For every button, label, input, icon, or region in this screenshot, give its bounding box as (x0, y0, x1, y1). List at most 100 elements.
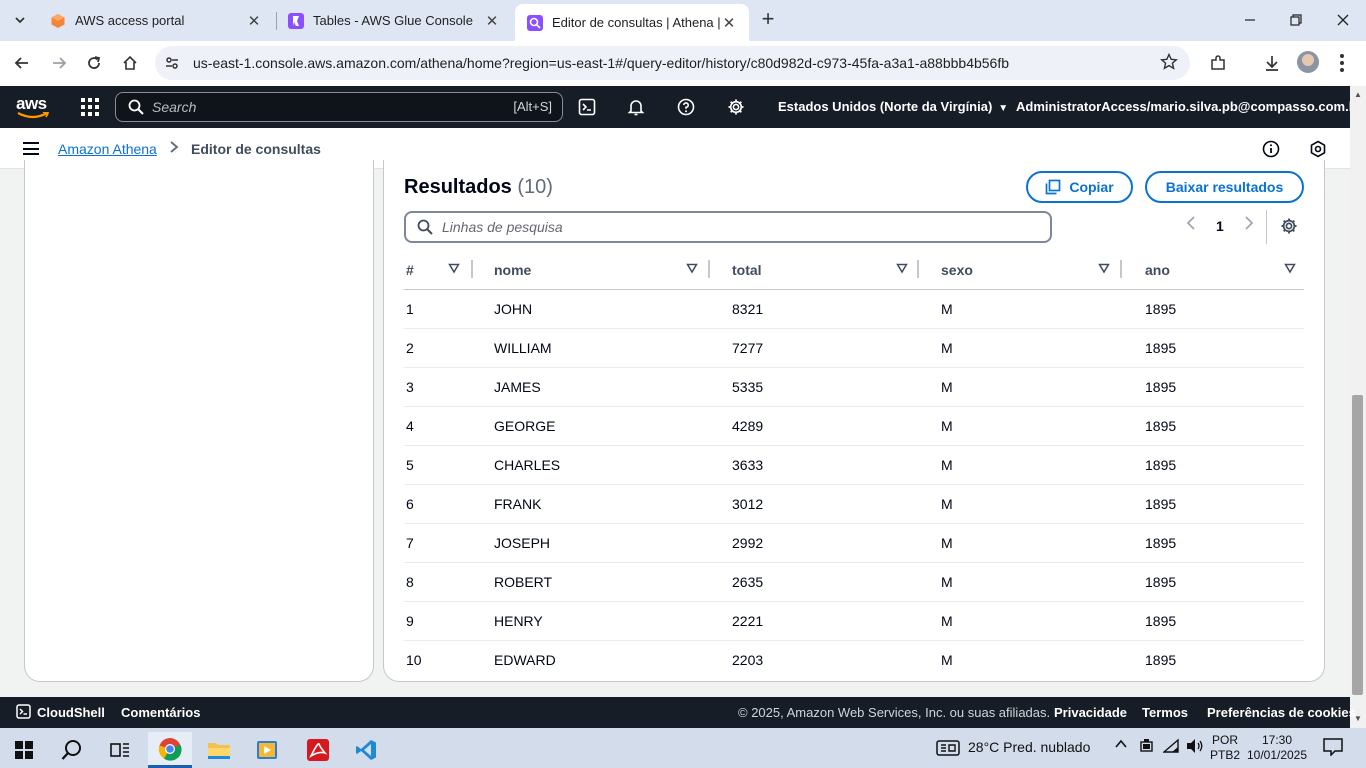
table-preferences-icon[interactable] (1280, 217, 1298, 240)
profile-avatar[interactable] (1297, 51, 1319, 73)
cell-sexo: M (941, 651, 953, 668)
breadcrumb-link-athena[interactable]: Amazon Athena (58, 141, 157, 157)
region-selector[interactable]: Estados Unidos (Norte da Virgínia) ▼ (778, 99, 1008, 114)
back-icon[interactable] (11, 52, 33, 74)
task-view-icon[interactable] (98, 732, 142, 768)
tab-athena-editor[interactable]: Editor de consultas | Athena | us ✕ (515, 4, 749, 41)
taskbar-search-icon[interactable] (50, 732, 94, 768)
left-side-panel (24, 160, 374, 682)
results-table: # nome total sexo ano 1 JOHN 8321 M 1895… (404, 250, 1304, 679)
cell-ano: 1895 (1124, 562, 1304, 602)
battery-icon[interactable] (1139, 738, 1155, 757)
clock[interactable]: 17:30 10/01/2025 (1244, 733, 1310, 763)
column-header-total[interactable]: total (710, 250, 919, 290)
scrollbar-thumb[interactable] (1352, 395, 1363, 695)
column-header-ano[interactable]: ano (1124, 250, 1304, 290)
info-icon[interactable] (1261, 139, 1281, 159)
cell-nome: JOHN (472, 289, 710, 329)
bookmark-star-icon[interactable] (1160, 52, 1178, 76)
cell-nome: HENRY (472, 601, 710, 641)
windows-start-icon[interactable] (2, 732, 46, 768)
download-icon[interactable] (1261, 52, 1283, 74)
settings-gear-icon[interactable] (726, 97, 746, 117)
cell-nome: WILLIAM (472, 328, 710, 368)
copyright-text: © 2025, Amazon Web Services, Inc. ou sua… (738, 705, 1051, 720)
volume-icon[interactable] (1186, 738, 1204, 757)
language-code: POR (1211, 733, 1238, 747)
status-hexagon-icon[interactable] (1308, 139, 1328, 159)
cell-sexo: M (919, 601, 1124, 641)
minimize-icon[interactable] (1240, 10, 1260, 30)
site-info-icon[interactable] (164, 55, 180, 76)
clock-time: 17:30 (1261, 733, 1293, 747)
wifi-icon[interactable] (1162, 738, 1181, 757)
notifications-bell-icon[interactable] (626, 97, 646, 117)
table-row: 8 ROBERT 2635 M 1895 (404, 562, 1304, 602)
cloudshell-link[interactable]: CloudShell (37, 705, 105, 720)
column-header-sexo[interactable]: sexo (919, 250, 1124, 290)
taskbar-media-icon[interactable] (245, 732, 289, 768)
column-resizer[interactable] (1120, 260, 1122, 278)
sort-caret-icon[interactable] (1284, 262, 1296, 274)
restore-icon[interactable] (1286, 10, 1306, 30)
home-icon[interactable] (119, 52, 141, 74)
chevron-up-icon[interactable] (1114, 737, 1128, 754)
cell-total: 5335 (710, 367, 919, 407)
tab-close-icon[interactable]: ✕ (484, 12, 500, 30)
page-number[interactable]: 1 (1216, 218, 1224, 234)
cloudshell-icon[interactable] (577, 97, 597, 117)
page-scrollbar[interactable]: ▲ ▼ (1350, 86, 1366, 728)
aws-search-input[interactable]: Search [Alt+S] (115, 92, 563, 122)
hamburger-menu-icon[interactable] (23, 142, 39, 155)
services-grid-icon[interactable] (81, 98, 99, 116)
address-bar[interactable]: us-east-1.console.aws.amazon.com/athena/… (155, 46, 1190, 80)
input-language[interactable]: POR PTB2 (1208, 733, 1242, 763)
column-label: total (732, 262, 762, 278)
taskbar-chrome-icon[interactable] (148, 732, 192, 768)
weather-icon[interactable] (936, 740, 960, 759)
taskbar-vscode-icon[interactable] (344, 732, 388, 768)
chrome-menu-icon[interactable] (1334, 52, 1350, 74)
close-window-icon[interactable] (1333, 10, 1353, 30)
reload-icon[interactable] (83, 52, 105, 74)
previous-page-icon[interactable] (1186, 216, 1196, 235)
search-icon (128, 99, 144, 120)
copy-button[interactable]: Copiar (1026, 171, 1133, 203)
results-heading: Resultados (10) (404, 176, 553, 199)
next-page-icon[interactable] (1244, 216, 1254, 235)
tab-close-icon[interactable]: ✕ (721, 14, 737, 32)
copy-label: Copiar (1069, 179, 1114, 195)
sort-caret-icon[interactable] (1098, 262, 1110, 274)
column-header-index[interactable]: # (404, 250, 473, 290)
cookie-preferences-link[interactable]: Preferências de cookies (1207, 705, 1356, 720)
new-tab-icon[interactable]: + (758, 8, 778, 30)
tab-aws-access-portal[interactable]: AWS access portal ✕ (38, 4, 274, 37)
scroll-up-icon[interactable]: ▲ (1354, 90, 1362, 99)
cell-sexo: M (919, 484, 1124, 524)
column-header-nome[interactable]: nome (472, 250, 710, 290)
cloudshell-footer-icon[interactable] (16, 704, 31, 722)
taskbar-explorer-icon[interactable] (197, 732, 241, 768)
sort-caret-icon[interactable] (896, 262, 908, 274)
terms-link[interactable]: Termos (1142, 705, 1188, 720)
weather-text[interactable]: 28°C Pred. nublado (968, 739, 1090, 755)
forward-icon[interactable] (48, 52, 70, 74)
help-icon[interactable] (676, 97, 696, 117)
tab-search-icon[interactable] (8, 8, 32, 32)
results-filter-input[interactable]: Linhas de pesquisa (404, 211, 1052, 243)
sort-caret-icon[interactable] (448, 262, 460, 274)
notification-center-icon[interactable] (1323, 738, 1343, 759)
sort-caret-icon[interactable] (686, 262, 698, 274)
extensions-icon[interactable] (1207, 52, 1229, 74)
aws-logo[interactable]: aws (16, 94, 50, 120)
privacy-link[interactable]: Privacidade (1054, 705, 1127, 720)
feedback-link[interactable]: Comentários (121, 705, 200, 720)
account-menu[interactable]: AdministratorAccess/mario.silva.pb@compa… (1016, 99, 1366, 114)
cell-index: 2 (404, 328, 472, 368)
cell-total: 2203 (732, 651, 764, 668)
aws-cube-icon (51, 13, 65, 28)
taskbar-acrobat-icon[interactable] (296, 732, 340, 768)
tab-close-icon[interactable]: ✕ (246, 12, 262, 30)
tab-glue-console[interactable]: Tables - AWS Glue Console ✕ (276, 4, 512, 37)
download-results-button[interactable]: Baixar resultados (1145, 171, 1304, 203)
